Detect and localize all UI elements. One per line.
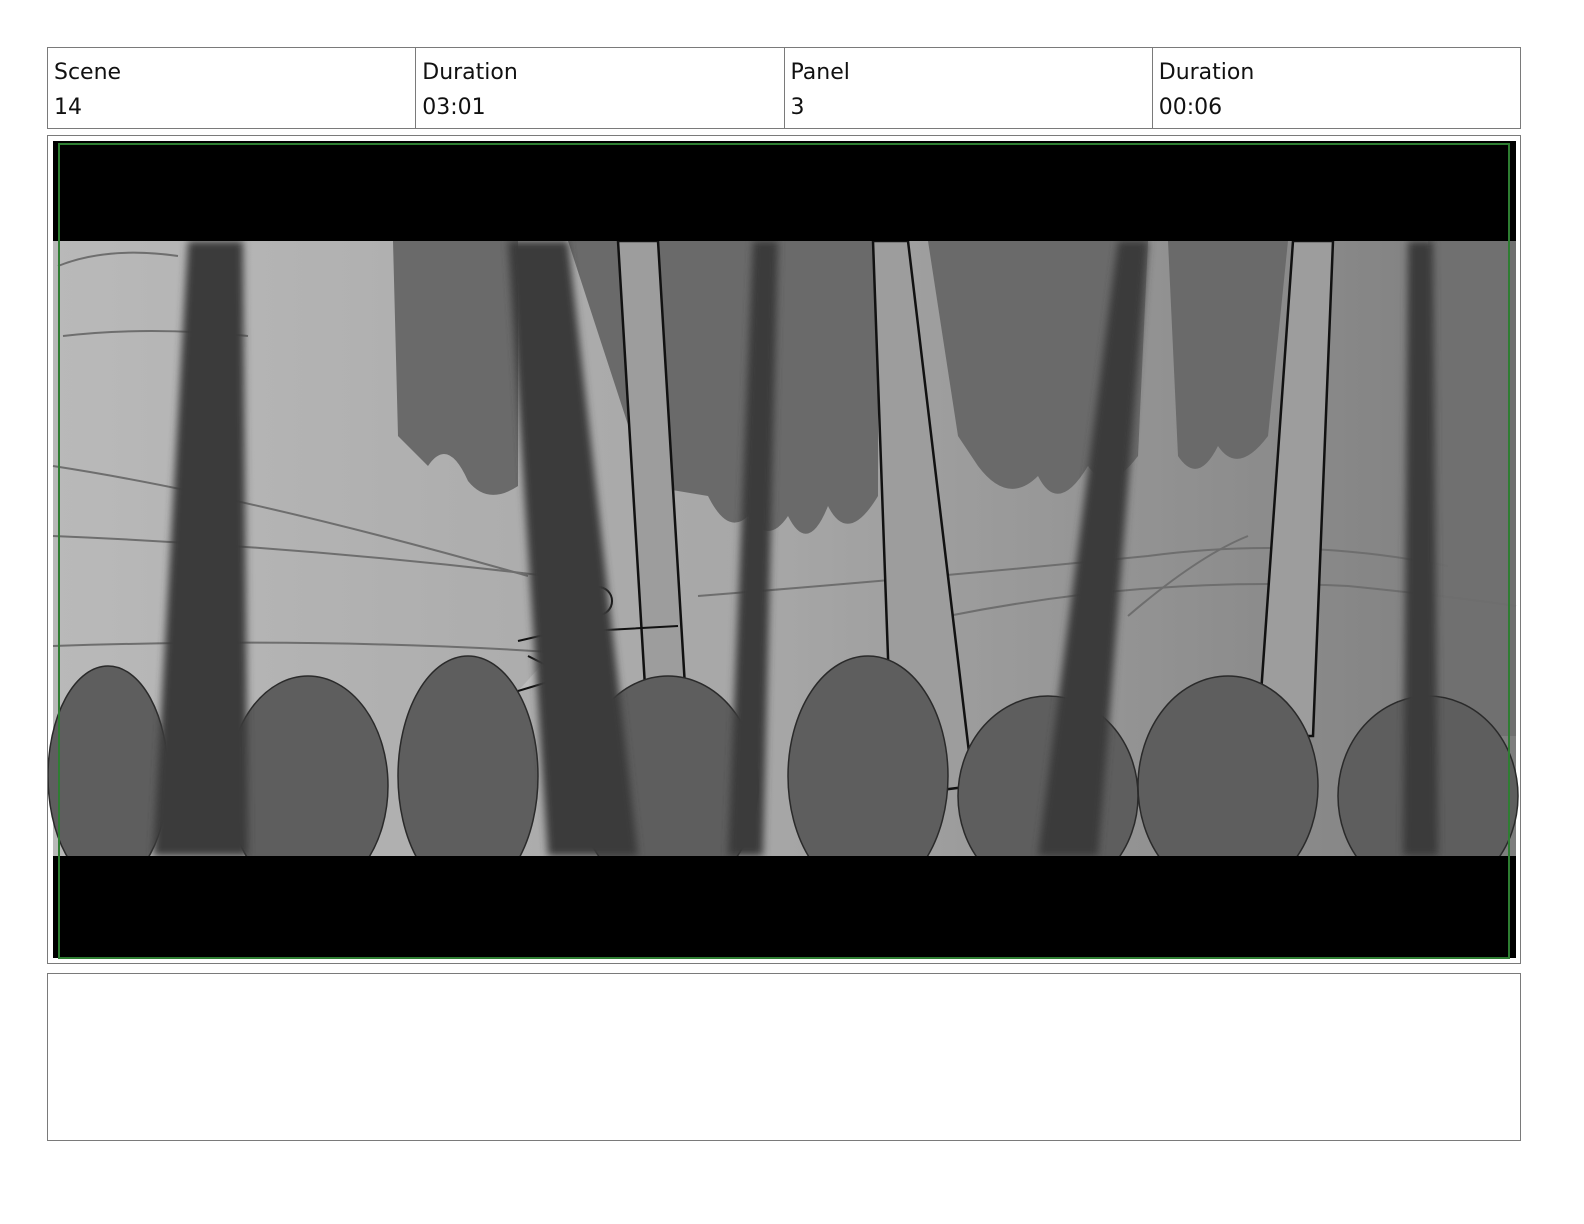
panel-duration-label: Duration [1158, 60, 1255, 85]
storyboard-sketch-image [48, 141, 1519, 959]
panel-duration-value: 00:06 [1158, 95, 1223, 120]
scene-label: Scene [54, 60, 122, 85]
letterbox-bottom [53, 856, 1516, 958]
scene-duration-cell: Duration 03:01 [416, 48, 785, 128]
panel-label: Panel [790, 60, 850, 85]
panel-cell: Panel 3 [785, 48, 1153, 128]
scene-duration-value: 03:01 [422, 95, 486, 120]
panel-info-header: Scene 14 Duration 03:01 Panel 3 Duration… [47, 47, 1521, 129]
panel-value: 3 [790, 95, 805, 120]
scene-duration-label: Duration [422, 60, 518, 85]
scene-value: 14 [54, 95, 82, 120]
scene-cell: Scene 14 [48, 48, 417, 128]
letterbox-top [53, 141, 1516, 241]
panel-notes-box [47, 973, 1521, 1141]
storyboard-panel-frame [47, 135, 1521, 964]
panel-duration-cell: Duration 00:06 [1153, 48, 1520, 128]
